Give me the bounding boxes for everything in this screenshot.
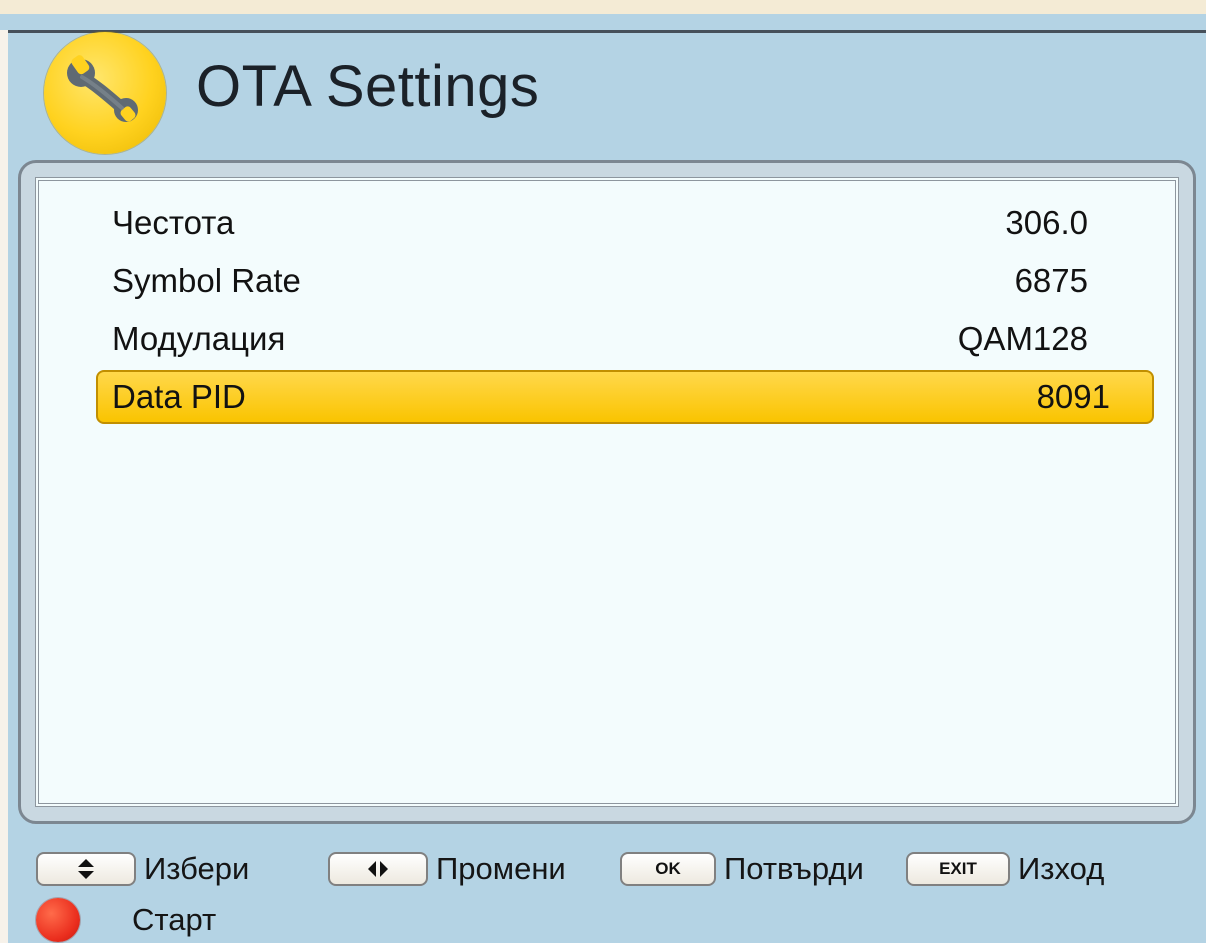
top-strip <box>0 0 1206 14</box>
setting-value-symbol-rate: 6875 <box>1014 262 1088 299</box>
setting-row-frequency[interactable]: Честота 306.0 <box>74 194 1156 252</box>
exit-key[interactable]: EXIT <box>906 852 1010 886</box>
select-hint[interactable]: Избери <box>36 848 249 890</box>
start-hint[interactable]: Старт <box>36 898 216 942</box>
ok-key[interactable]: OK <box>620 852 716 886</box>
setting-row-data-pid[interactable]: Data PID 8091 <box>96 370 1154 424</box>
confirm-hint[interactable]: OK Потвърди <box>620 848 864 890</box>
start-hint-label: Старт <box>132 902 217 937</box>
exit-hint[interactable]: EXIT Изход <box>906 848 1104 890</box>
footer: Избери Промени OK Потвърди EXIT Изход Ст… <box>0 840 1206 943</box>
up-down-key[interactable] <box>36 852 136 886</box>
settings-list: Честота 306.0 Symbol Rate 6875 Модулация… <box>74 194 1156 424</box>
wrench-icon <box>44 32 166 154</box>
setting-label-modulation: Модулация <box>112 320 286 357</box>
record-icon <box>36 898 80 942</box>
confirm-hint-label: Потвърди <box>724 851 864 886</box>
setting-row-modulation[interactable]: Модулация QAM128 <box>74 310 1156 368</box>
setting-label-symbol-rate: Symbol Rate <box>112 262 301 299</box>
exit-hint-label: Изход <box>1018 851 1105 886</box>
setting-value-frequency: 306.0 <box>1005 204 1088 241</box>
change-hint[interactable]: Промени <box>328 848 566 890</box>
setting-row-symbol-rate[interactable]: Symbol Rate 6875 <box>74 252 1156 310</box>
setting-value-modulation: QAM128 <box>957 320 1088 357</box>
header-band <box>8 30 1206 151</box>
select-hint-label: Избери <box>144 851 250 886</box>
wrench-graphic <box>67 55 138 122</box>
page-title: OTA Settings <box>196 54 540 119</box>
change-hint-label: Промени <box>436 851 566 886</box>
setting-value-data-pid: 8091 <box>1036 378 1110 415</box>
left-bezel <box>0 30 8 943</box>
setting-label-frequency: Честота <box>112 204 235 241</box>
setting-label-data-pid: Data PID <box>112 378 246 415</box>
left-right-key[interactable] <box>328 852 428 886</box>
left-right-arrows-icon <box>368 861 388 877</box>
up-down-arrows-icon <box>78 859 94 879</box>
